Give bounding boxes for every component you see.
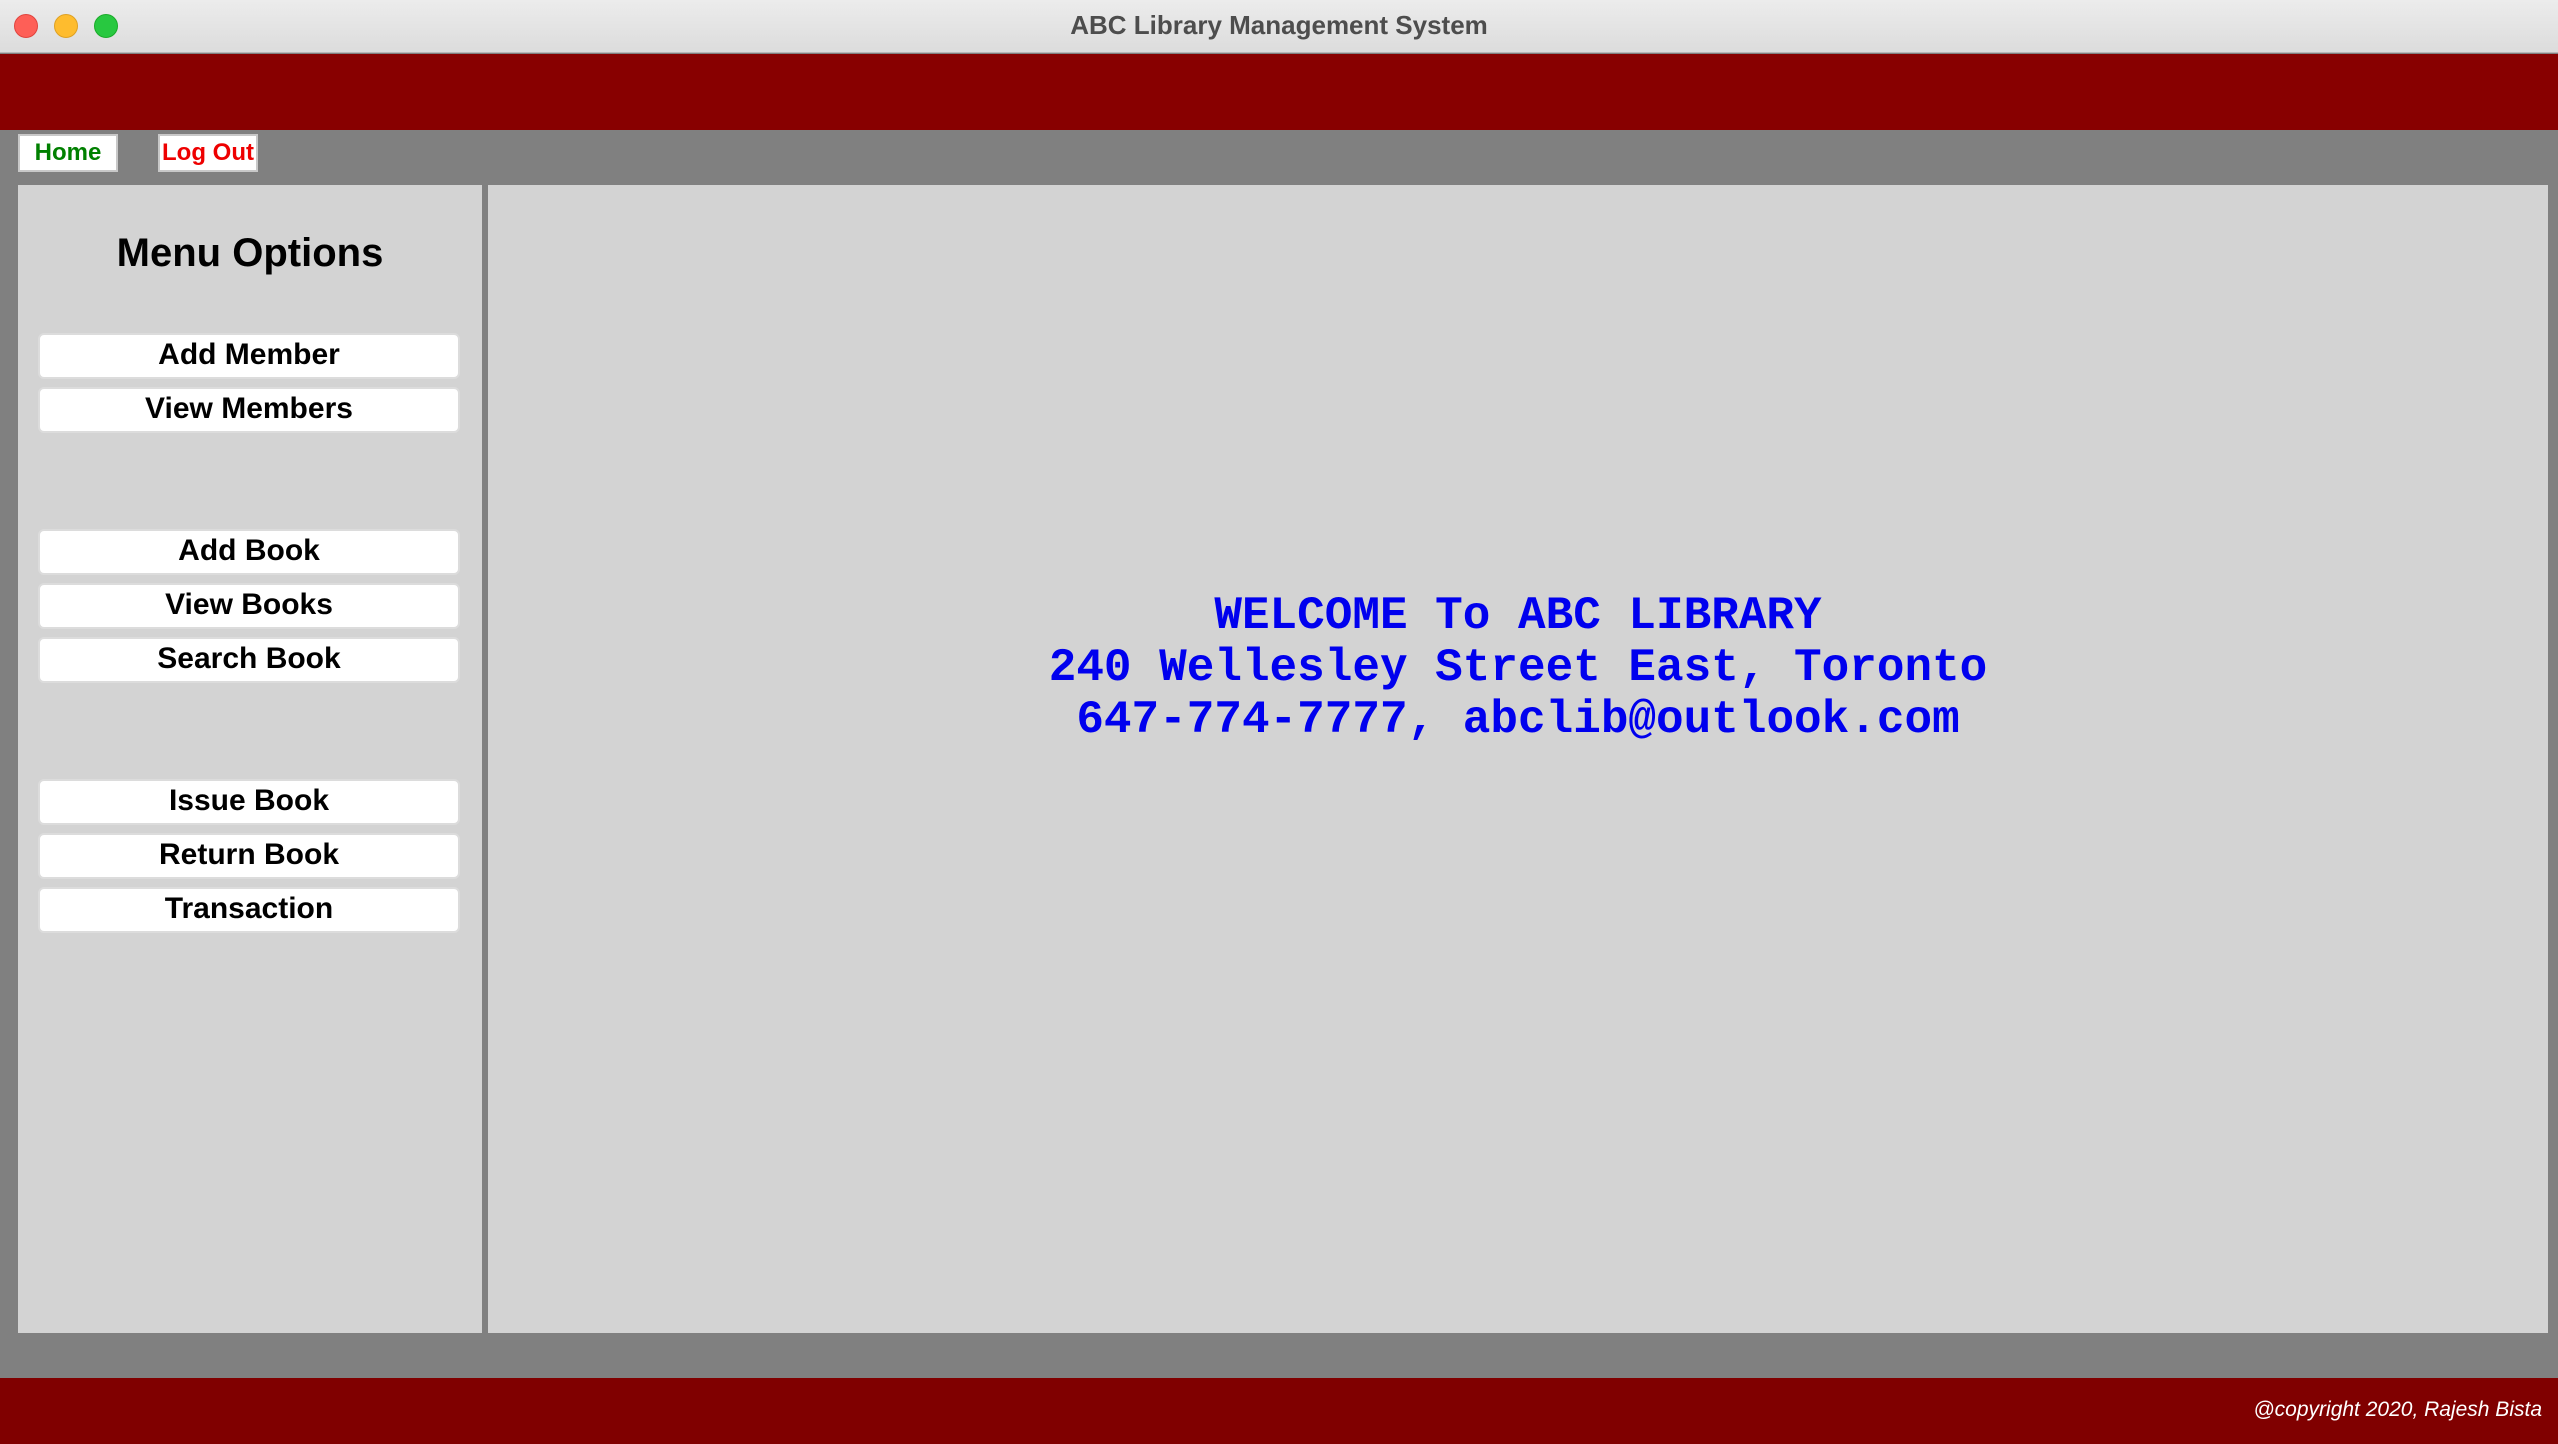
return-book-button[interactable]: Return Book — [38, 833, 460, 879]
window-title: ABC Library Management System — [1070, 10, 1488, 40]
app-window: ABC Library Management System Home Log O… — [0, 0, 2558, 1444]
transaction-button[interactable]: Transaction — [38, 887, 460, 933]
add-book-button[interactable]: Add Book — [38, 529, 460, 575]
home-button[interactable]: Home — [18, 134, 118, 172]
main-content: WELCOME To ABC LIBRARY 240 Wellesley Str… — [488, 185, 2548, 1333]
search-book-button[interactable]: Search Book — [38, 637, 460, 683]
issue-book-button[interactable]: Issue Book — [38, 779, 460, 825]
header-banner — [0, 54, 2558, 130]
title-bar: ABC Library Management System — [0, 0, 2558, 53]
logout-button[interactable]: Log Out — [158, 134, 258, 172]
view-members-button[interactable]: View Members — [38, 387, 460, 433]
library-address: 240 Wellesley Street East, Toronto — [1048, 642, 1988, 694]
add-member-button[interactable]: Add Member — [38, 333, 460, 379]
footer: @copyright 2020, Rajesh Bista — [0, 1378, 2558, 1444]
sidebar-title: Menu Options — [116, 231, 384, 275]
copyright-text: @copyright 2020, Rajesh Bista — [2253, 1398, 2542, 1421]
view-books-button[interactable]: View Books — [38, 583, 460, 629]
library-contact: 647-774-7777, abclib@outlook.com — [1076, 694, 1960, 746]
sidebar-menu: Menu Options Add Member View Members Add… — [18, 185, 482, 1333]
welcome-heading: WELCOME To ABC LIBRARY — [1214, 590, 1822, 642]
welcome-message: WELCOME To ABC LIBRARY 240 Wellesley Str… — [488, 590, 2548, 746]
